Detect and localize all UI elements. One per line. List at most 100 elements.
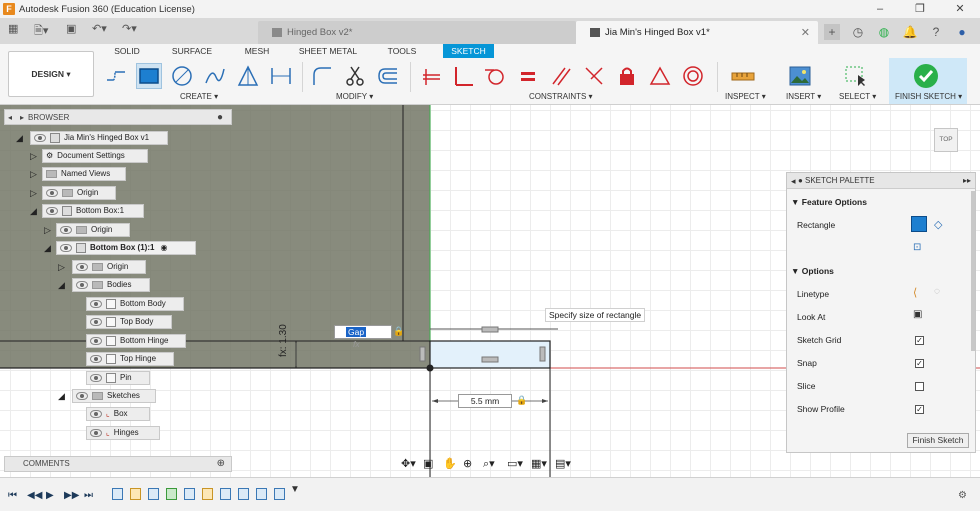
equal-constraint-icon[interactable] xyxy=(515,63,541,89)
inspect-group-label[interactable]: INSPECT ▾ xyxy=(725,92,766,101)
collapse-triangle-icon[interactable]: ◢ xyxy=(58,280,65,291)
active-component-icon[interactable]: ◉ xyxy=(160,242,167,254)
eye-icon[interactable] xyxy=(46,189,58,197)
new-tab-icon[interactable]: + xyxy=(824,24,840,40)
tab-surface[interactable]: SURFACE xyxy=(166,44,218,58)
expand-panel-icon[interactable]: ▸▸ xyxy=(963,173,971,189)
tangent-constraint-icon[interactable] xyxy=(482,63,508,89)
notifications-icon[interactable]: 🔔 xyxy=(902,24,918,40)
browser-origin[interactable]: Origin xyxy=(72,260,146,274)
timeline-sketch-icon[interactable] xyxy=(148,488,159,500)
insert-image-icon[interactable] xyxy=(787,63,813,89)
grid-settings-icon[interactable]: ▦▾ xyxy=(531,457,555,471)
polygon-tool-icon[interactable] xyxy=(235,63,261,89)
minimize-icon[interactable]: – xyxy=(860,0,900,18)
construction-linetype-icon[interactable]: ⟨ xyxy=(913,286,917,299)
pin-icon[interactable]: ● xyxy=(798,173,803,189)
two-point-rectangle-icon[interactable] xyxy=(911,216,927,232)
horizontal-dimension-input[interactable]: 5.5 mm xyxy=(458,394,512,408)
step-forward-icon[interactable]: ▶▶ xyxy=(64,490,79,501)
go-to-end-icon[interactable]: ⏭ xyxy=(84,490,93,501)
concentric-constraint-icon[interactable] xyxy=(680,63,706,89)
dimension-tool-icon[interactable] xyxy=(268,63,294,89)
fillet-tool-icon[interactable] xyxy=(309,63,335,89)
browser-pin[interactable]: Pin xyxy=(86,371,150,385)
browser-bodies[interactable]: Bodies xyxy=(72,278,150,292)
eye-icon[interactable] xyxy=(76,263,88,271)
look-at-icon[interactable]: ▣ xyxy=(423,457,443,471)
browser-document-settings[interactable]: ⚙ Document Settings xyxy=(42,149,148,163)
sketch-grid-checkbox[interactable]: ✓ xyxy=(915,336,924,345)
redo-icon[interactable]: ↷▾ xyxy=(122,22,137,35)
midpoint-constraint-icon[interactable] xyxy=(647,63,673,89)
three-point-rectangle-icon[interactable]: ◇ xyxy=(934,218,942,231)
eye-icon[interactable] xyxy=(76,392,88,400)
feature-options-section[interactable]: ▼ Feature Options xyxy=(791,197,867,207)
tab-hinged-box-v2[interactable]: Hinged Box v2* xyxy=(258,21,576,44)
collapse-icon[interactable]: ◂ xyxy=(791,173,796,189)
maximize-icon[interactable]: ❐ xyxy=(900,0,940,18)
show-profile-checkbox[interactable]: ✓ xyxy=(915,405,924,414)
timeline-sketch-icon[interactable] xyxy=(112,488,123,500)
help-icon[interactable]: ? xyxy=(928,24,944,40)
palette-scrollbar[interactable] xyxy=(971,191,975,351)
tab-jia-min-hinged-box-v1[interactable]: Jia Min's Hinged Box v1* ✕ xyxy=(576,21,818,44)
expand-triangle-icon[interactable]: ▷ xyxy=(30,151,37,162)
save-icon[interactable]: ▣ xyxy=(66,22,76,35)
fix-constraint-lock-icon[interactable] xyxy=(614,63,640,89)
coincident-constraint-icon[interactable] xyxy=(418,63,444,89)
timeline-extrude-icon[interactable] xyxy=(130,488,141,500)
create-group-label[interactable]: CREATE ▾ xyxy=(180,92,218,101)
timeline-settings-icon[interactable]: ⚙ xyxy=(958,490,967,501)
tab-mesh[interactable]: MESH xyxy=(238,44,276,58)
trim-tool-icon[interactable] xyxy=(342,63,368,89)
look-at-icon[interactable]: ▣ xyxy=(913,309,922,320)
expand-triangle-icon[interactable]: ▷ xyxy=(30,188,37,199)
timeline-sketch-icon[interactable] xyxy=(274,488,285,500)
tab-sheet-metal[interactable]: SHEET METAL xyxy=(296,44,360,58)
browser-bottom-box-1[interactable]: Bottom Box (1):1 ◉ xyxy=(56,241,196,255)
timeline-sketch-icon[interactable] xyxy=(238,488,249,500)
collinear-constraint-icon[interactable] xyxy=(581,63,607,89)
arc-tool-icon[interactable] xyxy=(202,63,228,89)
constraints-group-label[interactable]: CONSTRAINTS ▾ xyxy=(529,92,593,101)
go-to-start-icon[interactable]: ⏮ xyxy=(8,490,17,501)
browser-named-views[interactable]: Named Views xyxy=(42,167,126,181)
browser-sketch-box[interactable]: ⌞ Box xyxy=(86,407,150,421)
job-status-icon[interactable]: ◍ xyxy=(876,24,892,40)
timeline-sketch-icon[interactable] xyxy=(184,488,195,500)
browser-bottom-box[interactable]: Bottom Box:1 xyxy=(42,204,144,218)
collapse-icon[interactable]: ◂ xyxy=(8,113,12,122)
browser-sketches[interactable]: Sketches xyxy=(72,389,156,403)
viewports-icon[interactable]: ▤▾ xyxy=(555,457,579,471)
eye-icon[interactable] xyxy=(90,355,102,363)
options-section[interactable]: ▼ Options xyxy=(791,266,834,276)
eye-icon[interactable] xyxy=(90,374,102,382)
vertical-dimension-label[interactable]: fx: 1.30 xyxy=(278,324,289,357)
add-comment-icon[interactable]: ⊕ xyxy=(217,457,225,471)
fit-icon[interactable]: ⌕▾ xyxy=(483,457,507,471)
eye-icon[interactable] xyxy=(76,281,88,289)
avatar[interactable]: ● xyxy=(954,24,970,40)
timeline-feature-icon[interactable] xyxy=(166,488,177,500)
eye-icon[interactable] xyxy=(60,226,72,234)
collapse-triangle-icon[interactable]: ◢ xyxy=(16,133,23,144)
offset-tool-icon[interactable] xyxy=(375,63,401,89)
lock-icon[interactable]: 🔒 xyxy=(516,395,527,406)
expand-triangle-icon[interactable]: ▷ xyxy=(58,262,65,273)
undo-icon[interactable]: ↶▾ xyxy=(92,22,107,35)
collapse-triangle-icon[interactable]: ◢ xyxy=(30,206,37,217)
browser-top-hinge[interactable]: Top Hinge xyxy=(86,352,174,366)
tab-tools[interactable]: TOOLS xyxy=(380,44,424,58)
eye-icon[interactable] xyxy=(60,244,72,252)
timeline-sketch-icon[interactable] xyxy=(256,488,267,500)
slice-checkbox[interactable] xyxy=(915,382,924,391)
eye-icon[interactable] xyxy=(90,429,102,437)
insert-group-label[interactable]: INSERT ▾ xyxy=(786,92,821,101)
expand-triangle-icon[interactable]: ▷ xyxy=(30,169,37,180)
sketch-palette-header[interactable]: ◂ ● SKETCH PALETTE ▸▸ xyxy=(787,173,975,189)
eye-icon[interactable] xyxy=(90,318,102,326)
rectangle-tool-icon[interactable] xyxy=(136,63,162,89)
orbit-icon[interactable]: ✥▾ xyxy=(401,457,423,471)
eye-icon[interactable] xyxy=(46,207,58,215)
